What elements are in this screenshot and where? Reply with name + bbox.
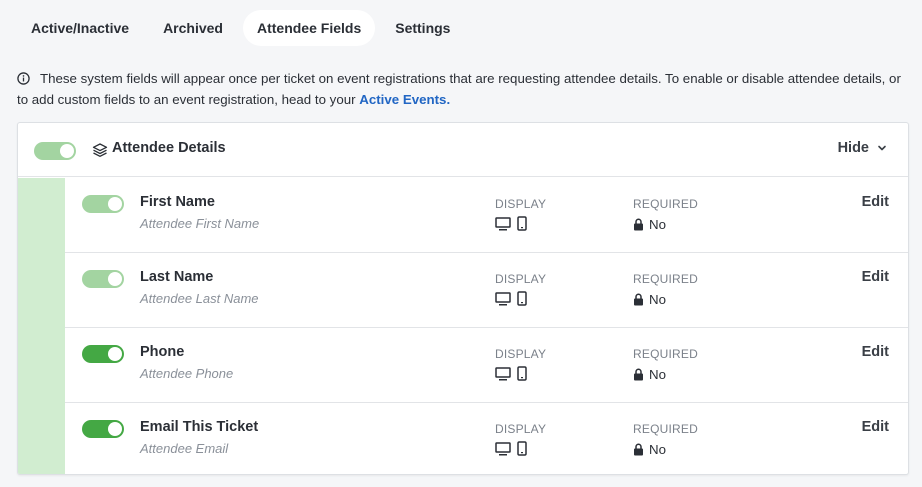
lock-icon <box>634 293 643 306</box>
section-toggle[interactable] <box>34 142 76 160</box>
display-icons <box>495 366 527 381</box>
desktop-icon <box>495 291 511 305</box>
field-row-email-this-ticket: Email This Ticket Attendee Email DISPLAY… <box>65 403 908 474</box>
lock-icon <box>634 443 643 456</box>
info-message: These system fields will appear once per… <box>17 68 907 110</box>
toggle-knob <box>108 347 122 361</box>
field-name: Phone <box>140 344 185 360</box>
display-label: DISPLAY <box>495 347 547 361</box>
display-icons <box>495 216 527 231</box>
required-label: REQUIRED <box>633 422 698 436</box>
required-label: REQUIRED <box>633 272 698 286</box>
required-value-text: No <box>649 442 666 457</box>
desktop-icon <box>495 366 511 380</box>
chevron-down-icon <box>878 145 886 151</box>
field-toggle[interactable] <box>82 345 124 363</box>
field-sublabel: Attendee First Name <box>140 216 260 231</box>
required-value-text: No <box>649 217 666 232</box>
toggle-knob <box>108 197 122 211</box>
field-toggle[interactable] <box>82 270 124 288</box>
info-text: These system fields will appear once per… <box>17 71 901 107</box>
tab-settings[interactable]: Settings <box>381 10 464 46</box>
required-value: No <box>633 217 666 232</box>
tab-bar: Active/Inactive Archived Attendee Fields… <box>17 10 464 46</box>
section-title: Attendee Details <box>112 140 226 156</box>
mobile-icon <box>517 441 527 456</box>
hide-button[interactable]: Hide <box>838 140 887 156</box>
display-label: DISPLAY <box>495 272 547 286</box>
lock-icon <box>634 218 643 231</box>
required-value: No <box>633 442 666 457</box>
required-label: REQUIRED <box>633 197 698 211</box>
toggle-knob <box>108 272 122 286</box>
field-list: First Name Attendee First Name DISPLAY R… <box>65 178 908 474</box>
desktop-icon <box>495 216 511 230</box>
tab-active-inactive[interactable]: Active/Inactive <box>17 10 143 46</box>
field-name: Last Name <box>140 269 214 285</box>
field-name: Email This Ticket <box>140 419 259 435</box>
field-sublabel: Attendee Phone <box>140 366 234 381</box>
required-value: No <box>633 367 666 382</box>
required-value-text: No <box>649 292 666 307</box>
toggle-knob <box>108 422 122 436</box>
edit-button[interactable]: Edit <box>862 419 889 435</box>
hide-label: Hide <box>837 140 869 156</box>
mobile-icon <box>517 291 527 306</box>
section-side-strip <box>18 178 65 474</box>
display-label: DISPLAY <box>495 197 547 211</box>
layers-icon <box>92 143 108 157</box>
required-value: No <box>633 292 666 307</box>
active-events-link[interactable]: Active Events. <box>359 92 450 107</box>
field-sublabel: Attendee Last Name <box>140 291 259 306</box>
display-icons <box>495 441 527 456</box>
field-toggle[interactable] <box>82 195 124 213</box>
edit-button[interactable]: Edit <box>862 269 889 285</box>
tab-attendee-fields[interactable]: Attendee Fields <box>242 10 376 46</box>
field-toggle[interactable] <box>82 420 124 438</box>
display-icons <box>495 291 527 306</box>
mobile-icon <box>517 366 527 381</box>
edit-button[interactable]: Edit <box>862 194 889 210</box>
lock-icon <box>634 368 643 381</box>
mobile-icon <box>517 216 527 231</box>
required-label: REQUIRED <box>633 347 698 361</box>
field-name: First Name <box>140 194 215 210</box>
field-row-last-name: Last Name Attendee Last Name DISPLAY REQ… <box>65 253 908 328</box>
tab-archived[interactable]: Archived <box>149 10 237 46</box>
desktop-icon <box>495 441 511 455</box>
info-icon <box>17 72 30 85</box>
required-value-text: No <box>649 367 666 382</box>
field-row-phone: Phone Attendee Phone DISPLAY REQUIRED No… <box>65 328 908 403</box>
toggle-knob <box>60 144 74 158</box>
field-row-first-name: First Name Attendee First Name DISPLAY R… <box>65 178 908 253</box>
attendee-details-card: Attendee Details Hide First Name Attende… <box>17 122 909 475</box>
edit-button[interactable]: Edit <box>862 344 889 360</box>
display-label: DISPLAY <box>495 422 547 436</box>
section-header: Attendee Details Hide <box>18 123 908 177</box>
field-sublabel: Attendee Email <box>140 441 229 456</box>
